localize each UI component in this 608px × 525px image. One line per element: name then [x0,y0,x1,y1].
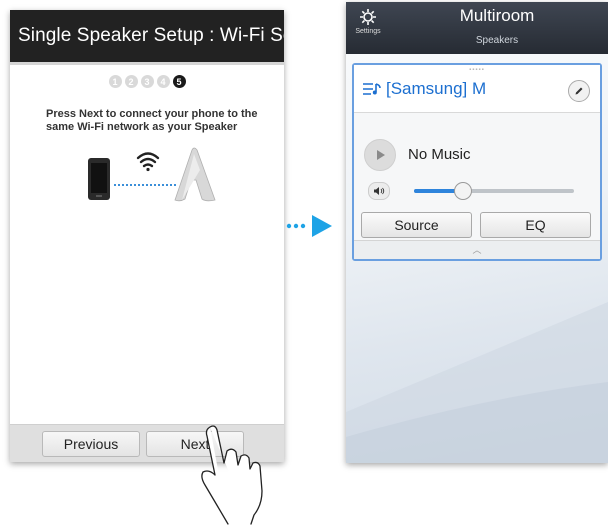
title-divider [10,62,284,65]
edit-button[interactable] [568,80,590,102]
setup-instruction: Press Next to connect your phone to the … [46,108,258,133]
setup-title: Single Speaker Setup : Wi-Fi Setup [10,10,284,62]
eq-button[interactable]: EQ [480,212,591,238]
multiroom-subtitle: Speakers [475,35,519,46]
play-button[interactable] [364,139,396,171]
previous-button[interactable]: Previous [42,431,140,457]
settings-button[interactable]: Settings [352,8,384,35]
step-5-active: 5 [172,75,186,88]
tap-hand-icon [201,425,263,525]
setup-screen: Single Speaker Setup : Wi-Fi Setup 1 2 3… [10,10,284,462]
source-button[interactable]: Source [361,212,472,238]
drag-grip[interactable]: ▪▪▪▪▪ [354,67,600,73]
chevron-up-icon: ︿ [472,245,482,255]
multiroom-title: Multiroom [459,6,535,25]
speaker-name[interactable]: [Samsung] M [386,79,486,99]
multiroom-screen: Settings Multiroom Speakers ▪▪▪▪▪ [Samsu… [346,2,608,463]
background-wave [346,302,608,463]
volume-slider-track[interactable] [414,189,574,193]
gear-icon [360,9,376,25]
speaker-card: ▪▪▪▪▪ [Samsung] M No Music Source EQ ︿ [352,63,602,261]
arrow-right-icon [286,215,332,237]
volume-button[interactable] [368,182,390,200]
speaker-device-icon [174,147,216,202]
speaker-list-icon [363,83,381,95]
volume-icon [374,187,385,195]
phone-icon [88,158,110,200]
multiroom-header: Settings Multiroom Speakers [346,2,608,54]
now-playing-text: No Music [408,146,471,163]
wifi-illustration [88,147,216,202]
step-3: 3 [140,75,154,88]
collapse-handle[interactable]: ︿ [354,240,600,259]
edit-icon [575,87,583,95]
step-4: 4 [156,75,170,88]
step-1: 1 [108,75,122,88]
speaker-card-header: ▪▪▪▪▪ [Samsung] M [354,65,600,113]
settings-label: Settings [355,28,381,35]
wifi-icon [136,152,160,172]
step-indicator: 1 2 3 4 5 [10,75,284,88]
step-2: 2 [124,75,138,88]
play-icon [377,150,385,160]
volume-slider-knob[interactable] [454,182,472,200]
